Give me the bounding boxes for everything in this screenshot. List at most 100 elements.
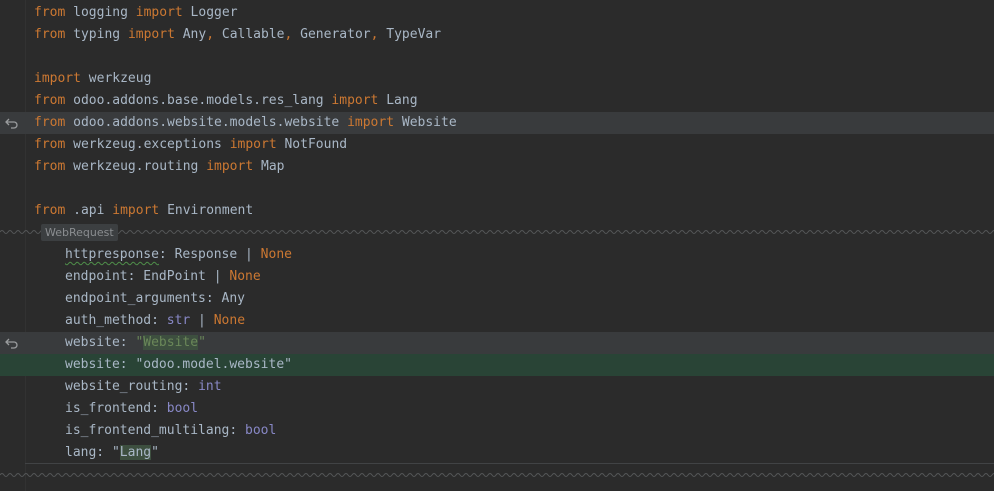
code-token: odoo.addons.base.models.res_lang xyxy=(65,93,332,108)
code-token: " xyxy=(151,445,159,460)
code-token: from xyxy=(34,203,66,218)
code-token: Lang xyxy=(378,93,418,108)
code-token: import xyxy=(206,159,254,174)
code-token: | xyxy=(190,313,214,328)
code-line[interactable]: from werkzeug.routing import Map xyxy=(0,156,994,178)
code-token: website: "odoo.model.website" xyxy=(65,357,292,372)
code-line[interactable]: from odoo.addons.base.models.res_lang im… xyxy=(0,90,994,112)
code-token: werkzeug.routing xyxy=(65,159,207,174)
code-token: None xyxy=(213,313,246,328)
code-token: lang: " xyxy=(65,445,120,460)
code-token: NotFound xyxy=(276,137,348,152)
code-token: is_frontend: xyxy=(65,401,167,416)
code-token: import xyxy=(331,93,379,108)
code-line[interactable]: httpresponse: Response | None xyxy=(0,244,994,266)
code-text: from .api import Environment xyxy=(34,200,253,222)
code-token: TypeVar xyxy=(378,27,442,42)
code-token: from xyxy=(34,27,66,42)
code-text: from werkzeug.exceptions import NotFound xyxy=(34,134,347,156)
code-token: odoo.addons.website.models.website xyxy=(65,115,348,130)
code-token: import xyxy=(347,115,395,130)
code-token: Map xyxy=(253,159,285,174)
code-text: from odoo.addons.base.models.res_lang im… xyxy=(34,90,418,112)
code-text: website: "Website" xyxy=(65,332,206,354)
code-token: import xyxy=(127,27,175,42)
code-token: , xyxy=(206,27,215,42)
fold-separator-top xyxy=(0,226,994,238)
code-text: from werkzeug.routing import Map xyxy=(34,156,284,178)
code-token: Environment xyxy=(159,203,254,218)
code-text: httpresponse: Response | None xyxy=(65,244,292,266)
code-token: from xyxy=(34,115,66,130)
code-line[interactable]: from odoo.addons.website.models.website … xyxy=(0,112,994,134)
code-line[interactable]: website_routing: int xyxy=(0,376,994,398)
code-line[interactable]: import werkzeug xyxy=(0,68,994,90)
code-line[interactable]: auth_method: str | None xyxy=(0,310,994,332)
code-text: endpoint_arguments: Any xyxy=(65,288,245,310)
code-token: from xyxy=(34,93,66,108)
code-line[interactable]: is_frontend: bool xyxy=(0,398,994,420)
code-text: from odoo.addons.website.models.website … xyxy=(34,112,457,134)
fold-separator-bottom xyxy=(0,469,994,481)
code-token: None xyxy=(260,247,292,262)
code-token: import xyxy=(112,203,160,218)
code-line[interactable]: from logging import Logger xyxy=(0,2,994,24)
code-line[interactable]: website: "odoo.model.website" xyxy=(0,354,994,376)
code-token: bool xyxy=(166,401,199,416)
code-line[interactable]: website: "Website" xyxy=(0,332,994,354)
code-token: Any xyxy=(174,27,207,42)
code-token: endpoint: EndPoint | xyxy=(65,269,230,284)
code-token: import xyxy=(135,5,183,20)
code-token: int xyxy=(198,379,222,394)
code-token: is_frontend_multilang: xyxy=(65,423,246,438)
code-token: website_routing: xyxy=(65,379,199,394)
code-token: from xyxy=(34,137,66,152)
code-line[interactable]: is_frontend_multilang: bool xyxy=(0,420,994,442)
code-text: website: "odoo.model.website" xyxy=(65,354,292,376)
code-token: import xyxy=(229,137,277,152)
code-token: .api xyxy=(65,203,113,218)
code-token: werkzeug.exceptions xyxy=(65,137,230,152)
code-token: Generator xyxy=(292,27,371,42)
code-token: Callable xyxy=(214,27,285,42)
code-token: auth_method: xyxy=(65,313,167,328)
code-token: None xyxy=(229,269,261,284)
code-token: Website xyxy=(394,115,457,130)
code-token: logging xyxy=(65,5,136,20)
code-text: is_frontend_multilang: bool xyxy=(65,420,276,442)
code-token: Website xyxy=(143,335,199,350)
code-line[interactable]: from typing import Any, Callable, Genera… xyxy=(0,24,994,46)
code-token: import xyxy=(34,71,81,86)
code-token: endpoint_arguments: Any xyxy=(65,291,246,306)
code-line[interactable]: from .api import Environment xyxy=(0,200,994,222)
code-token: werkzeug xyxy=(80,71,152,86)
code-line[interactable]: endpoint: EndPoint | None xyxy=(0,266,994,288)
code-line[interactable] xyxy=(0,46,994,68)
code-token: from xyxy=(34,159,66,174)
code-editor[interactable]: from logging import Logger from typing im… xyxy=(0,0,994,491)
code-line[interactable] xyxy=(0,178,994,200)
code-line[interactable]: from werkzeug.exceptions import NotFound xyxy=(0,134,994,156)
code-text: lang: "Lang" xyxy=(65,442,159,464)
code-text: import werkzeug xyxy=(34,68,151,90)
code-line[interactable]: lang: "Lang" xyxy=(0,442,994,464)
fold-tag-webrequest[interactable]: WebRequest xyxy=(41,224,118,241)
code-token: httpresponse xyxy=(65,247,159,262)
code-token: " xyxy=(198,335,206,350)
code-line[interactable]: endpoint_arguments: Any xyxy=(0,288,994,310)
code-token: str xyxy=(166,313,191,328)
block-divider xyxy=(25,463,994,464)
code-text: is_frontend: bool xyxy=(65,398,198,420)
code-text: auth_method: str | None xyxy=(65,310,245,332)
code-token: bool xyxy=(245,423,277,438)
code-token: Lang xyxy=(119,445,152,460)
code-text: website_routing: int xyxy=(65,376,222,398)
code-token: from xyxy=(34,5,66,20)
code-token: typing xyxy=(65,27,128,42)
code-token: website: xyxy=(65,335,136,350)
code-text: endpoint: EndPoint | None xyxy=(65,266,261,288)
code-text: from logging import Logger xyxy=(34,2,238,24)
code-token: : Response | xyxy=(158,247,261,262)
code-text: from typing import Any, Callable, Genera… xyxy=(34,24,441,46)
code-token: Logger xyxy=(182,5,238,20)
